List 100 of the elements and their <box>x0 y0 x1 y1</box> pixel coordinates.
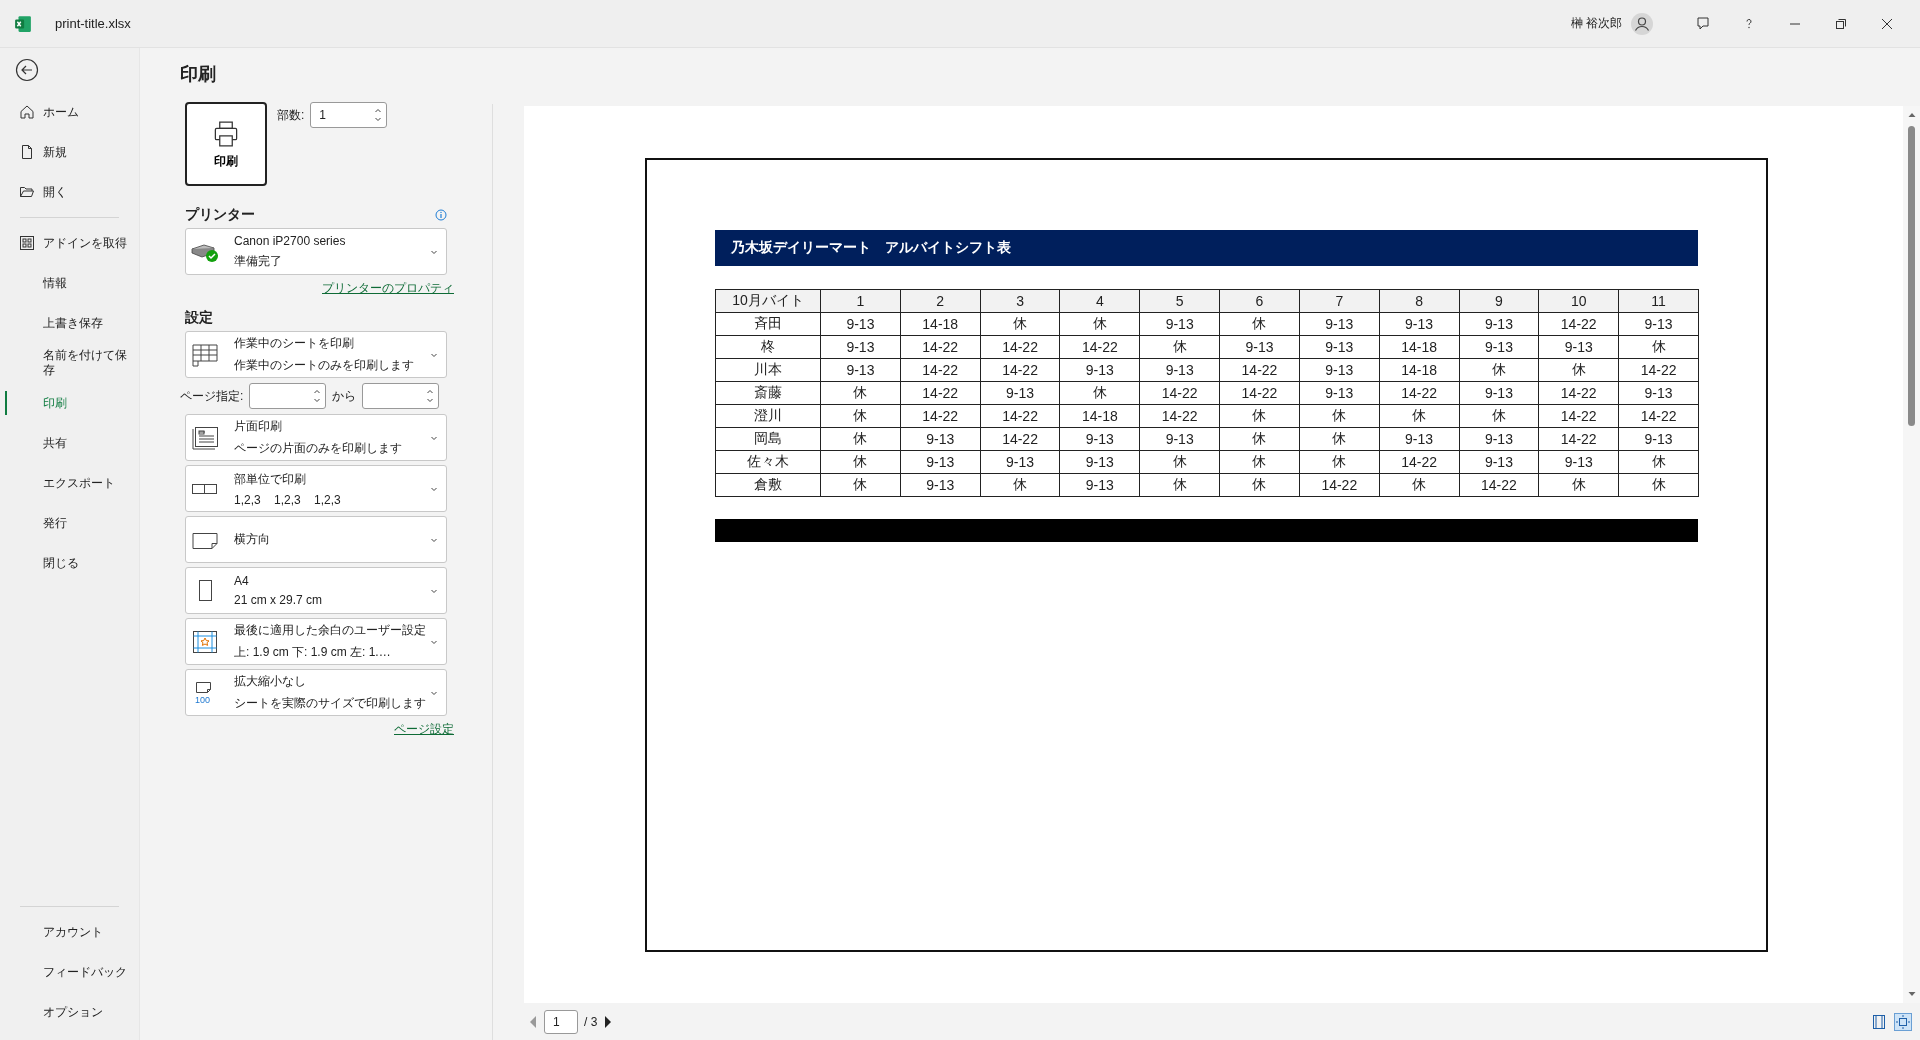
table-cell: 9-13 <box>1059 450 1140 474</box>
spinner-arrows-icon <box>313 388 322 404</box>
nav-item[interactable]: 新規 <box>0 132 139 172</box>
table-cell: 9-13 <box>820 335 901 359</box>
table-cell: 9-13 <box>820 312 901 336</box>
setting-dropdown[interactable]: 部単位で印刷 1,2,3 1,2,3 1,2,3 <box>185 465 447 512</box>
column-header: 2 <box>900 289 981 313</box>
nav-item[interactable]: 共有 <box>0 423 139 463</box>
name-cell: 佐々木 <box>715 450 821 474</box>
table-cell: 14-18 <box>900 312 981 336</box>
table-cell: 休 <box>1139 335 1220 359</box>
table-cell: 休 <box>1538 358 1619 382</box>
table-cell: 9-13 <box>1139 312 1220 336</box>
table-cell: 休 <box>1219 312 1300 336</box>
setting-dropdown[interactable]: 100 拡大縮小なし シートを実際のサイズで印刷します <box>185 669 447 716</box>
nav-item[interactable]: フィードバック <box>0 952 139 992</box>
table-cell: 14-22 <box>1538 381 1619 405</box>
info-icon[interactable] <box>435 209 447 221</box>
table-cell: 9-13 <box>1299 381 1380 405</box>
page-range-label: ページ指定: <box>180 387 244 405</box>
table-cell: 9-13 <box>980 450 1060 474</box>
one-sided-page-icon <box>190 424 220 451</box>
table-cell: 9-13 <box>1459 427 1539 451</box>
table-cell: 休 <box>1618 450 1699 474</box>
nav-item[interactable]: ホーム <box>0 92 139 132</box>
setting-dropdown[interactable]: 最後に適用した余白のユーザー設定 上: 1.9 cm 下: 1.9 cm 左: 1.… <box>185 618 447 665</box>
table-cell: 休 <box>820 404 901 428</box>
column-header: 8 <box>1379 289 1459 313</box>
scrollbar-thumb[interactable] <box>1908 126 1915 426</box>
zoom-to-page-icon[interactable] <box>1894 1012 1912 1031</box>
table-cell: 休 <box>820 450 901 474</box>
nav-item[interactable]: 開く <box>0 172 139 212</box>
printer-dropdown[interactable]: Canon iP2700 series 準備完了 <box>185 228 447 275</box>
document-icon <box>19 144 35 160</box>
table-cell: 14-22 <box>1219 358 1300 382</box>
table-cell: 9-13 <box>1299 358 1380 382</box>
print-button[interactable]: 印刷 <box>185 102 267 186</box>
page-total: / 3 <box>584 1014 598 1029</box>
show-margins-icon[interactable] <box>1870 1012 1888 1031</box>
table-cell: 14-22 <box>1059 335 1140 359</box>
folder-icon <box>19 184 35 200</box>
nav-item[interactable]: 名前を付けて保存 <box>0 343 139 383</box>
back-icon[interactable] <box>15 58 39 82</box>
sheet-grid-icon <box>190 341 220 368</box>
avatar-icon[interactable] <box>1630 11 1654 36</box>
grid-icon <box>19 235 35 251</box>
nav-item[interactable]: アカウント <box>0 912 139 952</box>
table-cell: 9-13 <box>1459 312 1539 336</box>
table-cell: 9-13 <box>1299 312 1380 336</box>
printer-properties-link[interactable]: プリンターのプロパティ <box>322 280 454 297</box>
nav-item[interactable]: エクスポート <box>0 463 139 503</box>
nav-item[interactable]: アドインを取得 <box>0 223 139 263</box>
table-cell: 休 <box>1459 404 1539 428</box>
table-cell: 休 <box>1219 427 1300 451</box>
spinner-arrows-icon <box>374 107 383 123</box>
table-cell: 休 <box>1299 450 1380 474</box>
column-header: 7 <box>1299 289 1380 313</box>
table-cell: 14-22 <box>1459 473 1539 497</box>
home-icon <box>19 104 35 120</box>
table-cell: 14-18 <box>1379 335 1459 359</box>
table-cell: 9-13 <box>1059 427 1140 451</box>
page-number-field[interactable]: 1 <box>544 1009 578 1034</box>
table-cell: 14-22 <box>900 335 981 359</box>
table-cell: 9-13 <box>1459 450 1539 474</box>
column-header: 5 <box>1139 289 1220 313</box>
scale-percent-label: 100 <box>195 694 211 705</box>
page-from-field[interactable] <box>249 383 327 409</box>
feedback-icon[interactable] <box>1695 15 1711 32</box>
name-cell: 倉敷 <box>715 473 821 497</box>
table-cell: 14-22 <box>1618 358 1699 382</box>
table-cell: 14-22 <box>980 404 1060 428</box>
copies-field[interactable]: 1 <box>310 102 388 128</box>
next-page-icon[interactable] <box>603 1013 614 1030</box>
spinner-arrows-icon <box>426 388 435 404</box>
table-cell: 9-13 <box>820 358 901 382</box>
nav-item[interactable]: 上書き保存 <box>0 303 139 343</box>
setting-dropdown[interactable]: 横方向 <box>185 516 447 563</box>
copies-label: 部数: <box>277 107 305 124</box>
table-cell: 9-13 <box>1538 335 1619 359</box>
table-cell: 9-13 <box>1618 427 1699 451</box>
table-cell: 9-13 <box>1618 312 1699 336</box>
nav-item[interactable]: 閉じる <box>0 543 139 583</box>
nav-item[interactable]: オプション <box>0 992 139 1032</box>
setting-dropdown[interactable]: 作業中のシートを印刷 作業中のシートのみを印刷します <box>185 331 447 378</box>
nav-item[interactable]: 印刷 <box>0 383 139 423</box>
table-cell: 9-13 <box>1219 335 1300 359</box>
nav-item[interactable]: 情報 <box>0 263 139 303</box>
page-to-field[interactable] <box>362 383 440 409</box>
setting-dropdown[interactable]: 片面印刷 ページの片面のみを印刷します <box>185 414 447 461</box>
setting-dropdown[interactable]: A4 21 cm x 29.7 cm <box>185 567 447 614</box>
table-cell: 9-13 <box>1059 473 1140 497</box>
page-setup-link[interactable]: ページ設定 <box>394 721 454 738</box>
spreadsheet-app-icon <box>14 14 32 33</box>
nav-item[interactable]: 発行 <box>0 503 139 543</box>
page-heading: 印刷 <box>180 63 217 86</box>
window-title: print-title.xlsx <box>55 16 131 31</box>
section-heading: 設定 <box>185 309 214 327</box>
name-cell: 澄川 <box>715 404 821 428</box>
table-cell: 休 <box>1618 473 1699 497</box>
table-cell: 14-22 <box>1379 450 1459 474</box>
